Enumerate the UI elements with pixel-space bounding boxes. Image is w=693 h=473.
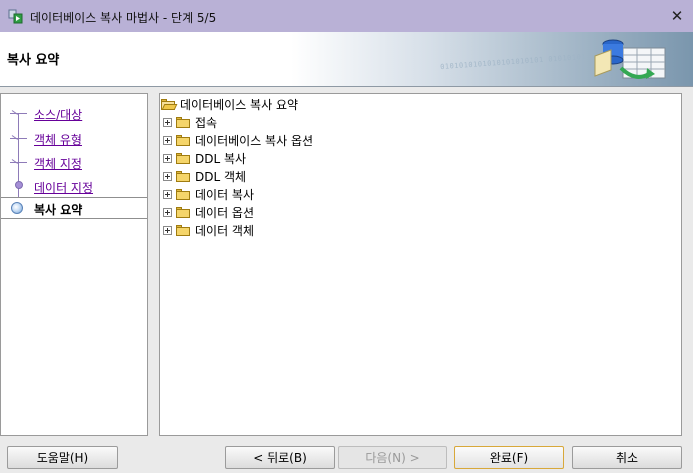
nav-step-label[interactable]: 소스/대상 [34,106,82,123]
folder-icon [175,152,191,165]
title-bar: 데이터베이스 복사 마법사 - 단계 5/5 ✕ [0,0,693,32]
wizard-header: 복사 요약 0101010101010101010101 01010101 [0,32,693,86]
tree-root-label[interactable]: 데이터베이스 복사 요약 [180,96,298,113]
tree-node-label[interactable]: 데이터 옵션 [195,204,254,221]
next-button[interactable]: 다음(N) > [338,446,447,469]
summary-tree[interactable]: 데이터베이스 복사 요약 접속 데이터베이스 복사 옵션 DDL 복사 DDL … [159,93,682,436]
step-dot-icon [15,181,23,189]
folder-icon [175,206,191,219]
header-divider [0,86,693,87]
nav-step-object-types[interactable]: 객체 유형 [1,128,147,150]
folder-icon [175,224,191,237]
tree-node-label[interactable]: 데이터 복사 [195,186,254,203]
tree-node-data-copy[interactable]: 데이터 복사 [163,185,254,203]
tree-node-ddl-objects[interactable]: DDL 객체 [163,167,246,185]
tree-node-connection[interactable]: 접속 [163,113,217,131]
tree-node-data-objects[interactable]: 데이터 객체 [163,221,254,239]
expand-icon[interactable] [163,135,172,145]
nav-step-specify-objects[interactable]: 객체 지정 [1,152,147,174]
nav-step-label[interactable]: 데이터 지정 [34,179,93,196]
wizard-steps-panel: 소스/대상 객체 유형 객체 지정 데이터 지정 복사 요약 [0,93,148,436]
finish-button[interactable]: 완료(F) [454,446,564,469]
tree-node-ddl-copy[interactable]: DDL 복사 [163,149,246,167]
tree-node-label[interactable]: 접속 [195,114,217,131]
folder-icon [175,188,191,201]
cancel-button[interactable]: 취소 [572,446,682,469]
expand-icon[interactable] [163,225,172,235]
expand-icon[interactable] [163,117,172,127]
help-button[interactable]: 도움말(H) [7,446,118,469]
expand-icon[interactable] [163,153,172,163]
close-icon: ✕ [670,7,684,25]
nav-step-label[interactable]: 복사 요약 [34,201,82,218]
tree-root[interactable]: 데이터베이스 복사 요약 [160,95,298,113]
expand-icon[interactable] [163,189,172,199]
close-button[interactable]: ✕ [661,0,693,32]
app-icon [8,9,23,24]
tree-node-label[interactable]: DDL 복사 [195,150,246,167]
nav-step-copy-summary[interactable]: 복사 요약 [1,197,147,219]
nav-step-label[interactable]: 객체 지정 [34,155,82,172]
database-copy-icon [594,39,666,79]
folder-icon [175,116,191,129]
nav-step-source-target[interactable]: 소스/대상 [1,103,147,125]
folder-icon [175,134,191,147]
tree-node-label[interactable]: DDL 객체 [195,168,246,185]
page-title: 복사 요약 [7,53,60,68]
tree-node-copy-options[interactable]: 데이터베이스 복사 옵션 [163,131,313,149]
nav-step-specify-data[interactable]: 데이터 지정 [1,176,147,198]
step-marker-icon [10,133,27,145]
step-marker-icon [10,157,27,169]
tree-node-label[interactable]: 데이터 객체 [195,222,254,239]
nav-step-label[interactable]: 객체 유형 [34,131,82,148]
back-button[interactable]: < 뒤로(B) [225,446,335,469]
open-folder-icon [160,98,178,111]
folder-icon [175,170,191,183]
window-title: 데이터베이스 복사 마법사 - 단계 5/5 [30,11,217,25]
expand-icon[interactable] [163,207,172,217]
step-marker-icon [10,108,27,120]
tree-node-label[interactable]: 데이터베이스 복사 옵션 [195,132,313,149]
expand-icon[interactable] [163,171,172,181]
tree-node-data-options[interactable]: 데이터 옵션 [163,203,254,221]
binary-decoration: 0101010101010101010101 01010101 [439,52,587,72]
current-step-icon [11,202,23,214]
